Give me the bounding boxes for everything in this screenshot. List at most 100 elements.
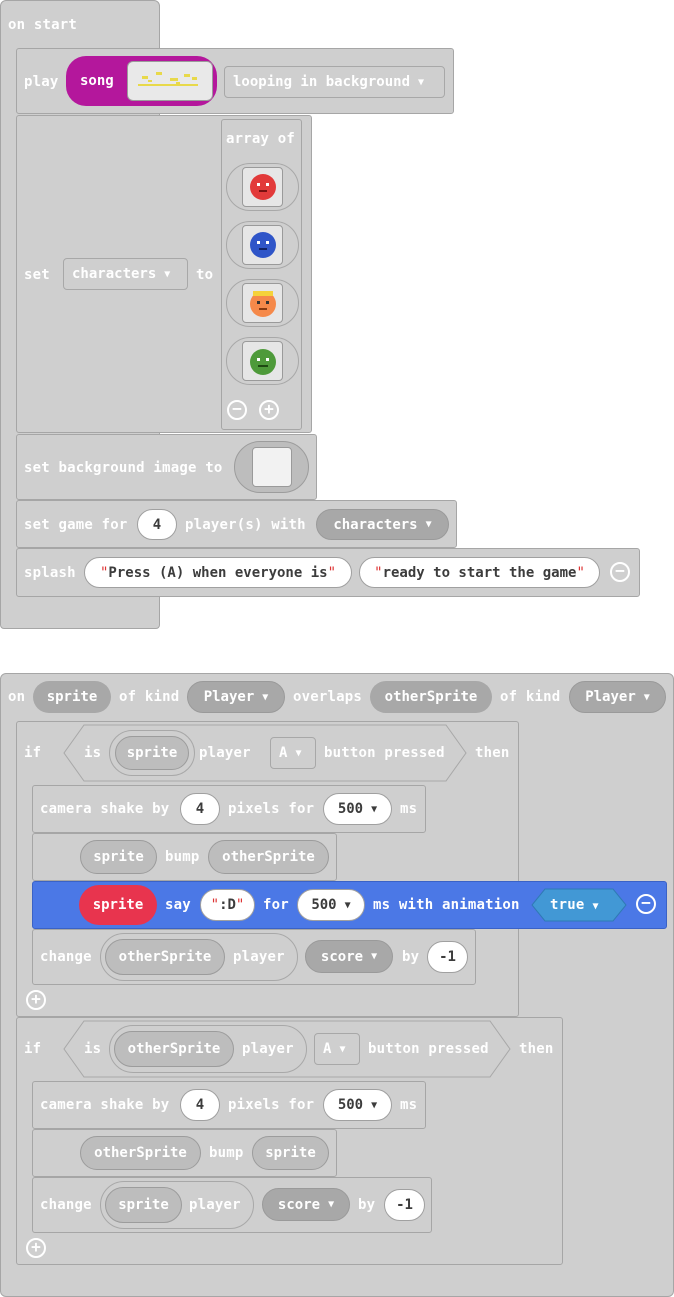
array-of-label: array of <box>226 131 296 147</box>
play-mode-dropdown[interactable]: looping in background ▼ <box>224 66 445 98</box>
players-with-label: player(s) with <box>185 517 306 533</box>
background-image-thumbnail[interactable] <box>251 447 292 487</box>
play-label: play <box>24 74 59 90</box>
if1-say-text: :D <box>219 897 236 913</box>
if2-bump-a-pill[interactable]: otherSprite <box>80 1136 201 1170</box>
if1-say-text-input[interactable]: ":D " <box>200 889 255 921</box>
game-characters-dropdown[interactable]: characters ▼ <box>316 509 449 540</box>
quote-close-icon: " <box>235 897 245 913</box>
song-thumbnail[interactable] <box>127 61 213 101</box>
if1-say-with-label: ms with animation <box>373 897 520 913</box>
if1-sprite-pill[interactable]: sprite <box>115 736 189 770</box>
if1-bump-b-pill[interactable]: otherSprite <box>208 840 329 874</box>
if2-score-value: score <box>277 1196 321 1213</box>
if2-button-dropdown[interactable]: A ▼ <box>314 1033 360 1065</box>
if1-change-sprite-pill[interactable]: otherSprite <box>105 939 225 975</box>
blue-blob-icon <box>250 232 276 258</box>
if1-bump-a-pill[interactable]: sprite <box>80 840 157 874</box>
quote-close-icon: " <box>576 564 585 581</box>
if1-by-label: by <box>402 949 420 965</box>
if2-shake-amount-input[interactable]: 4 <box>180 1089 220 1121</box>
if1-shake-amount-input[interactable]: 4 <box>180 793 220 825</box>
chevron-down-icon: ▼ <box>328 1199 335 1210</box>
quote-open-icon: " <box>374 564 383 581</box>
if1-is-label: is <box>84 745 102 761</box>
blue-character-sprite[interactable] <box>242 225 283 265</box>
if2-bump-b-pill[interactable]: sprite <box>252 1136 329 1170</box>
if1-pressed-label: button pressed <box>324 745 445 761</box>
if1-score-value: score <box>320 948 364 965</box>
if1-shake-ms-value: 500 <box>337 801 364 817</box>
if1-shake-ms-dropdown[interactable]: 500 ▼ <box>323 793 392 825</box>
if1-bump-label: bump <box>165 849 200 865</box>
if2-score-dropdown[interactable]: score ▼ <box>262 1188 350 1221</box>
chevron-down-icon: ▼ <box>371 951 378 962</box>
red-blob-icon <box>250 174 276 200</box>
overlaps-label: overlaps <box>293 689 363 705</box>
if1-say-ms-value: 500 <box>311 897 337 913</box>
splash-line1-text: Press (A) when everyone is <box>108 564 328 581</box>
if1-anim-value[interactable]: true ▼ <box>550 896 599 916</box>
if1-score-dropdown[interactable]: score ▼ <box>305 940 393 973</box>
add-item-icon[interactable]: + <box>259 400 279 420</box>
on-start-label: on start <box>8 17 78 33</box>
kind1-dropdown[interactable]: Player ▼ <box>187 681 285 713</box>
if1-button-value: A <box>279 745 288 761</box>
splash-line2-text: ready to start the game <box>382 564 577 581</box>
othersprite-param-pill[interactable]: otherSprite <box>370 681 492 713</box>
if1-button-dropdown[interactable]: A ▼ <box>270 737 316 769</box>
if1-say-ms-dropdown[interactable]: 500 ▼ <box>297 889 365 921</box>
quote-open-icon: " <box>210 897 220 913</box>
splash-line2-input[interactable]: " ready to start the game " <box>359 557 600 588</box>
if1-change-amount-input[interactable]: -1 <box>427 941 468 973</box>
kind1-value: Player <box>203 689 255 705</box>
remove-item-icon[interactable]: − <box>227 400 247 420</box>
if2-bump-label: bump <box>209 1145 244 1161</box>
add-else-icon[interactable]: + <box>26 990 46 1010</box>
if2-change-amount-input[interactable]: -1 <box>384 1189 425 1221</box>
if2-shake-label: camera shake by <box>40 1097 170 1113</box>
characters-variable-dropdown[interactable]: characters ▼ <box>63 258 188 290</box>
if1-change-label: change <box>40 949 92 965</box>
orange-character-sprite[interactable] <box>242 283 283 323</box>
set-label: set <box>24 267 50 283</box>
add-else-icon[interactable]: + <box>26 1238 46 1258</box>
if1-label: if <box>24 745 42 761</box>
kind2-dropdown[interactable]: Player ▼ <box>569 681 666 713</box>
if1-say-label: say <box>165 897 191 913</box>
remove-arg-icon[interactable]: − <box>636 894 656 914</box>
splash-line1-input[interactable]: " Press (A) when everyone is " <box>84 557 352 588</box>
kind2-value: Player <box>585 689 636 705</box>
if2-by-label: by <box>358 1197 376 1213</box>
sprite-param-pill[interactable]: sprite <box>33 681 111 713</box>
if1-shake-label: camera shake by <box>40 801 170 817</box>
if2-label: if <box>24 1041 42 1057</box>
set-background-label: set background image to <box>24 460 223 476</box>
if1-pixels-for-label: pixels for <box>228 801 315 817</box>
if1-anim-text: true <box>550 897 585 913</box>
green-character-sprite[interactable] <box>242 341 283 381</box>
chevron-down-icon: ▼ <box>592 901 599 912</box>
set-game-label: set game for <box>24 517 128 533</box>
song-notes-icon <box>138 72 198 86</box>
background-image-slot[interactable] <box>234 441 309 493</box>
if1-say-sprite-pill[interactable]: sprite <box>79 885 157 925</box>
if1-ms-label: ms <box>400 801 418 817</box>
remove-arg-icon[interactable]: − <box>610 562 630 582</box>
song-pill[interactable]: song <box>66 56 217 106</box>
red-character-sprite[interactable] <box>242 167 283 207</box>
if2-shake-ms-value: 500 <box>337 1097 364 1113</box>
chevron-down-icon: ▼ <box>643 691 650 703</box>
chevron-down-icon: ▼ <box>371 803 378 815</box>
player-count-input[interactable]: 4 <box>137 509 177 540</box>
if2-sprite-pill[interactable]: otherSprite <box>114 1031 234 1067</box>
chevron-down-icon: ▼ <box>418 76 425 88</box>
if2-change-sprite-pill[interactable]: sprite <box>105 1187 182 1223</box>
to-label: to <box>196 267 214 283</box>
if2-shake-ms-dropdown[interactable]: 500 ▼ <box>323 1089 392 1121</box>
chevron-down-icon: ▼ <box>344 899 351 911</box>
chevron-down-icon: ▼ <box>371 1099 378 1111</box>
if2-button-value: A <box>323 1041 332 1057</box>
if2-ms-label: ms <box>400 1097 418 1113</box>
on-label: on <box>8 689 26 705</box>
